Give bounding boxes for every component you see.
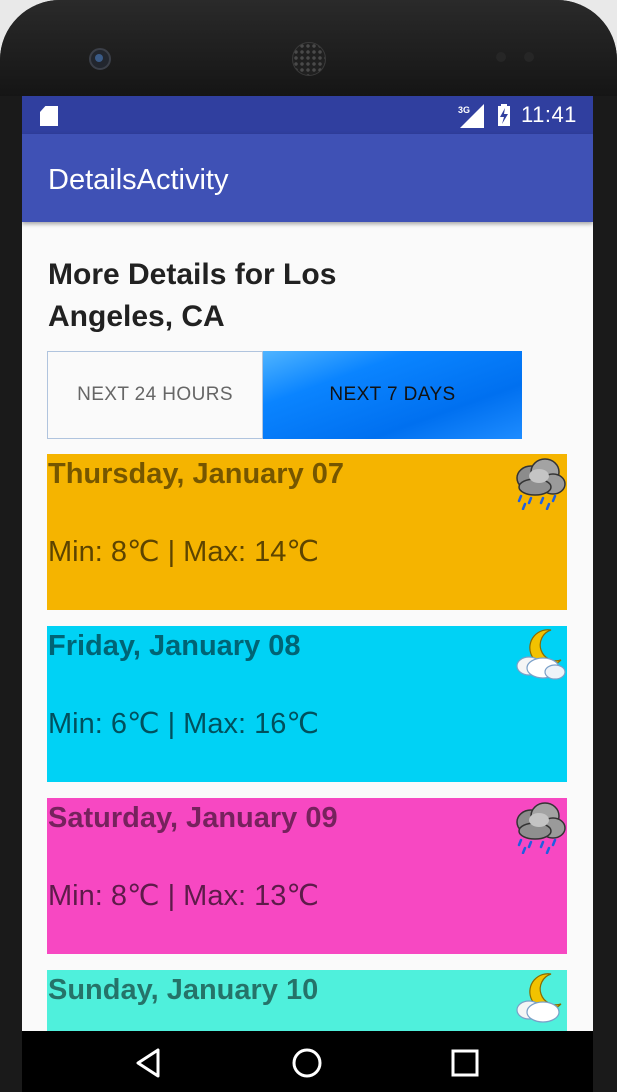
forecast-day: Sunday, January 10 (48, 974, 319, 1006)
rain-cloud-icon (516, 458, 566, 510)
tab-next-7-days[interactable]: NEXT 7 DAYS (263, 351, 522, 439)
forecast-day: Friday, January 08 (48, 630, 301, 662)
phone-frame: 3G 11:41 DetailsActivity More Details fo… (0, 0, 617, 1092)
svg-text:3G: 3G (458, 105, 470, 115)
moon-cloud-icon (516, 629, 566, 680)
moon-cloud-icon (516, 973, 562, 1023)
home-icon[interactable] (289, 1045, 325, 1081)
forecast-card[interactable]: Thursday, January 07 Min: 8℃ | Max: 14℃ (47, 454, 567, 610)
screen: 3G 11:41 DetailsActivity More Details fo… (22, 96, 593, 1031)
forecast-card[interactable]: Saturday, January 09 Min: 8℃ | Max: 13℃ (47, 798, 567, 954)
forecast-temps: Min: 6℃ | Max: 16℃ (48, 708, 319, 740)
sd-card-icon (40, 106, 58, 126)
proximity-sensor (496, 52, 506, 62)
navigation-bar (22, 1031, 593, 1092)
forecast-day: Saturday, January 09 (48, 802, 338, 834)
battery-charging-icon (498, 104, 510, 126)
tab-next-24-hours[interactable]: NEXT 24 HOURS (47, 351, 263, 439)
forecast-day: Thursday, January 07 (48, 458, 345, 490)
app-title: DetailsActivity (48, 164, 229, 196)
forecast-temps: Min: 8℃ | Max: 13℃ (48, 880, 319, 912)
signal-icon: 3G (458, 104, 484, 128)
range-tabs: NEXT 24 HOURS NEXT 7 DAYS (47, 351, 522, 439)
status-time: 11:41 (521, 102, 577, 127)
back-icon[interactable] (132, 1045, 168, 1081)
forecast-card[interactable]: Sunday, January 10 (47, 970, 567, 1031)
front-camera (89, 48, 111, 70)
earpiece-speaker (292, 42, 326, 76)
status-bar: 3G 11:41 (22, 96, 593, 134)
phone-top-bezel (0, 0, 617, 96)
recents-icon[interactable] (447, 1045, 483, 1081)
app-bar: DetailsActivity (22, 134, 593, 222)
forecast-temps: Min: 8℃ | Max: 14℃ (48, 536, 319, 568)
light-sensor (524, 52, 534, 62)
page-title: More Details for Los Angeles, CA (48, 258, 337, 333)
forecast-card[interactable]: Friday, January 08 Min: 6℃ | Max: 16℃ (47, 626, 567, 782)
rain-cloud-icon (516, 802, 566, 854)
